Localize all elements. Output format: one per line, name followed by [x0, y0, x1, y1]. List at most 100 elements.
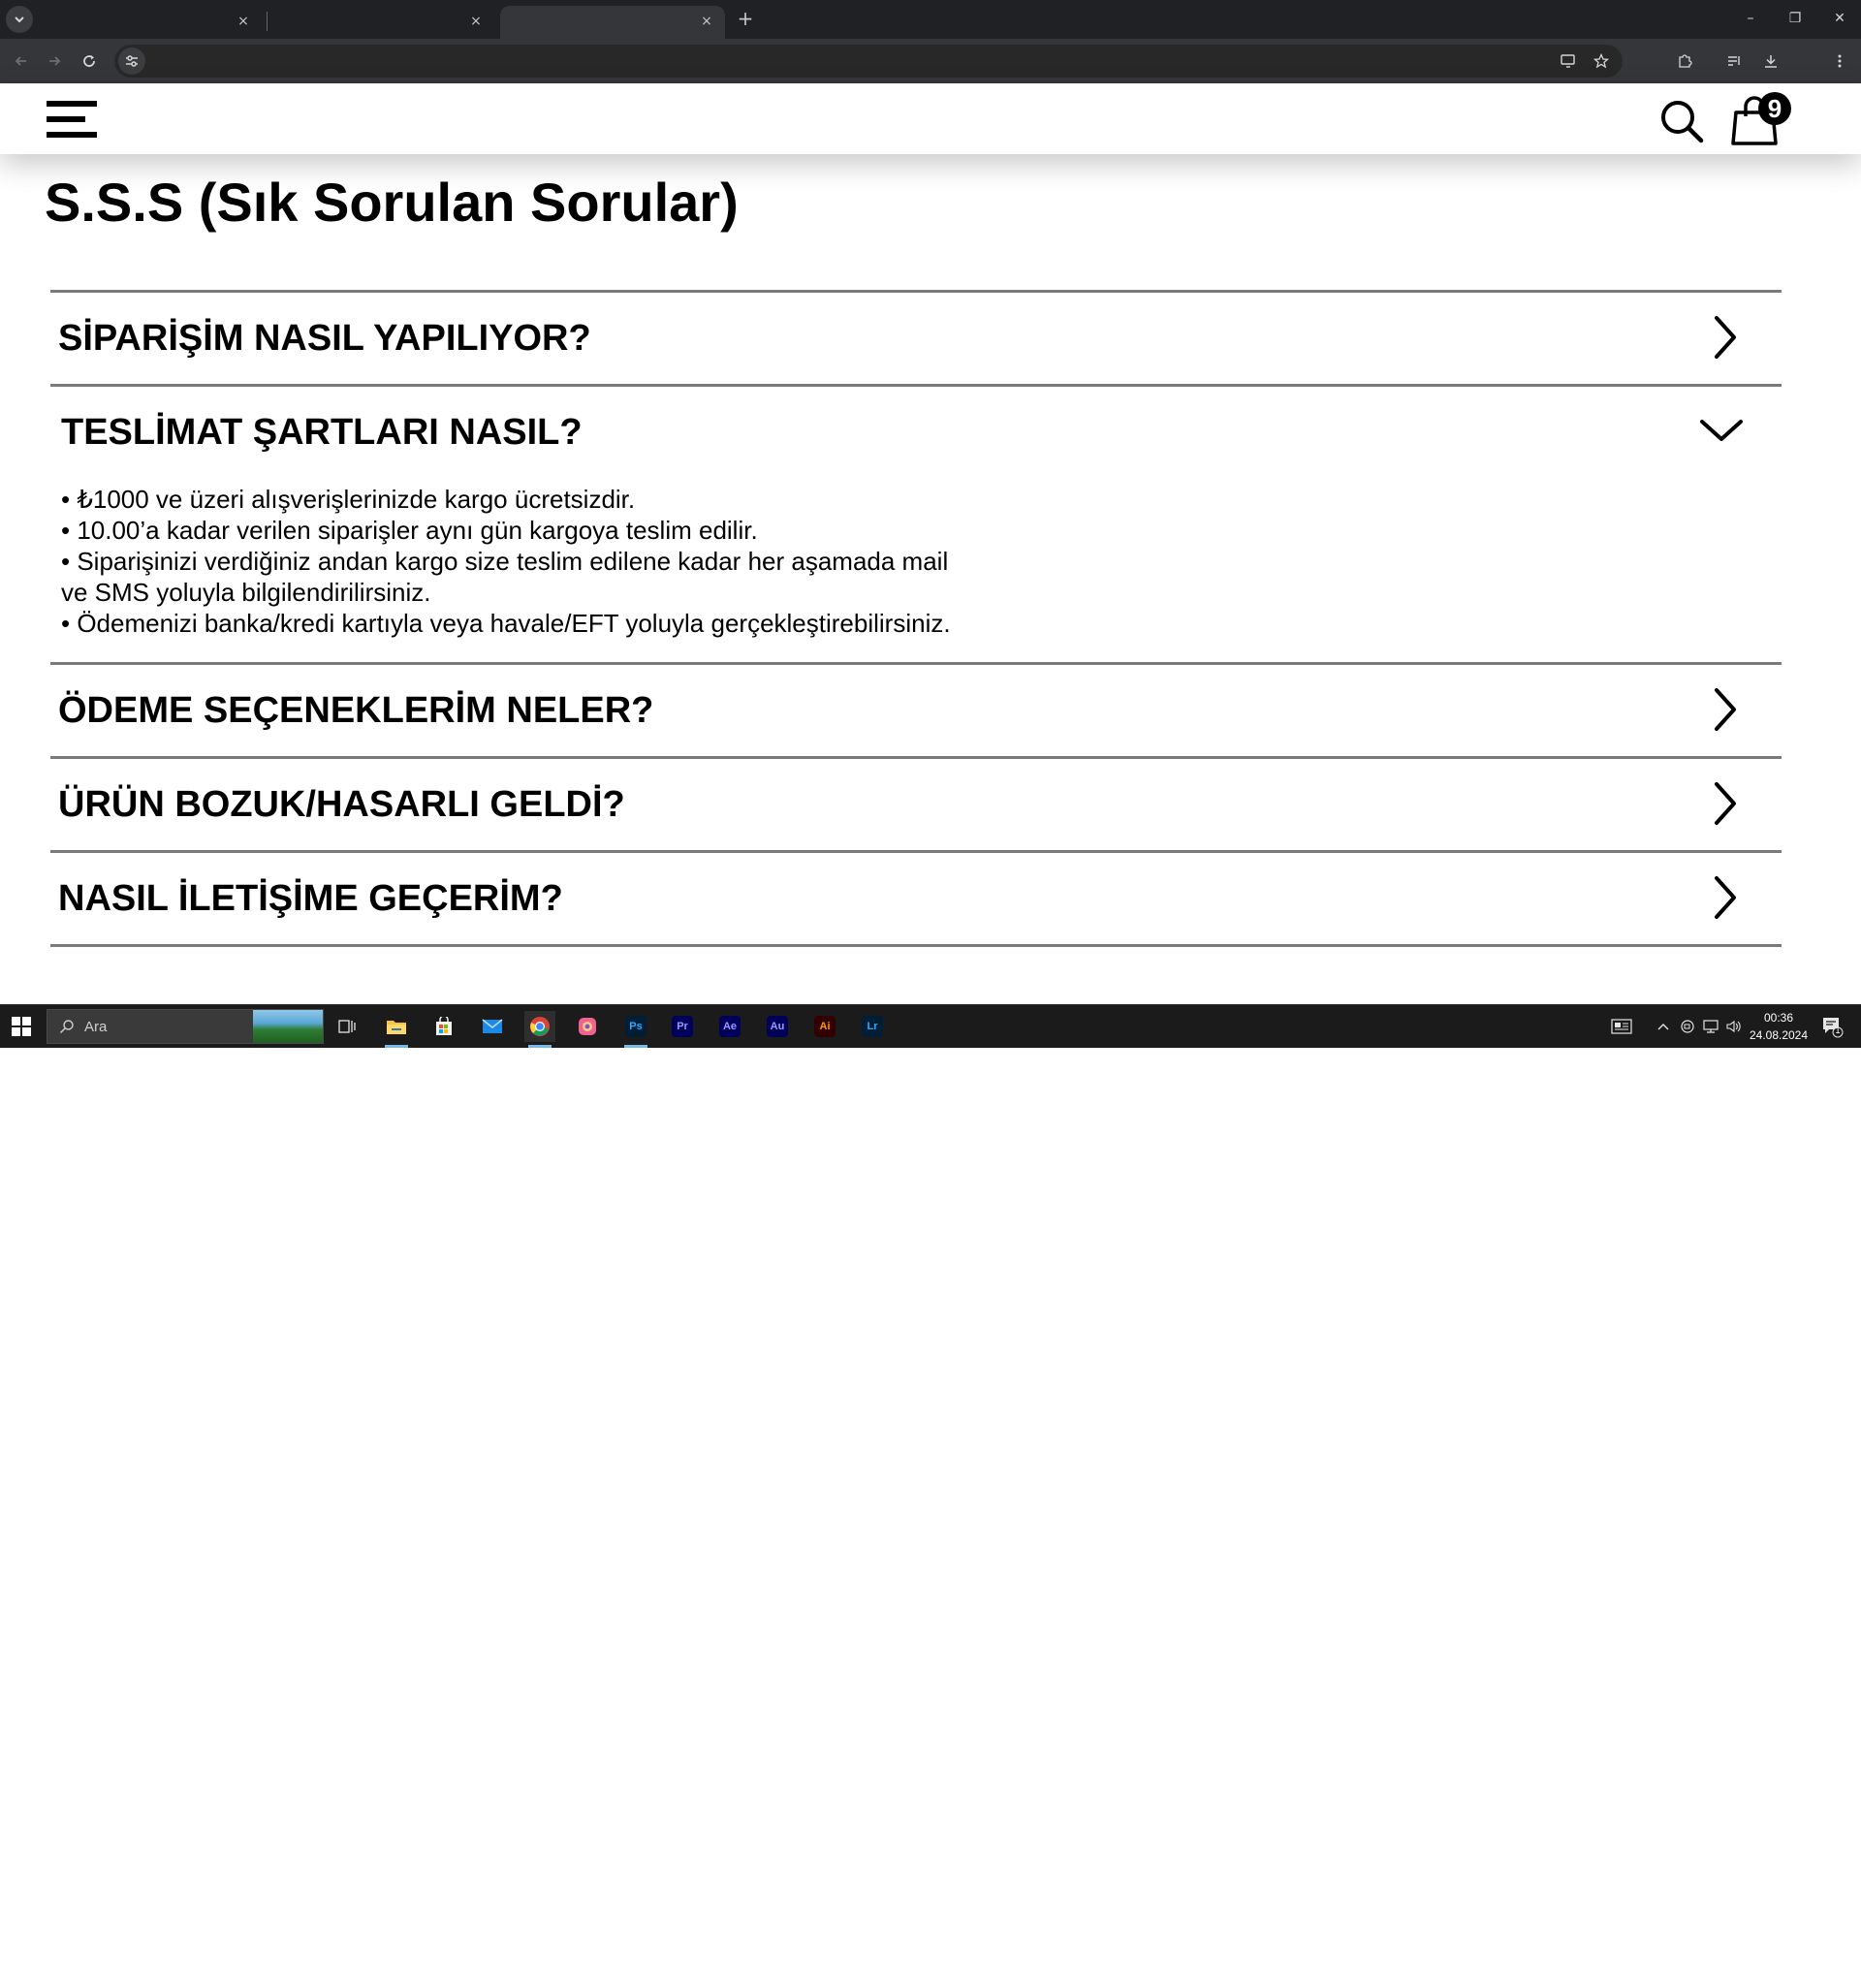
star-icon — [1593, 53, 1609, 69]
faq-question-text: NASIL İLETİŞİME GEÇERİM? — [58, 878, 563, 919]
tab-separator — [267, 12, 268, 31]
chrome-icon — [530, 1017, 550, 1036]
reload-icon — [83, 55, 95, 67]
minimize-button[interactable]: – — [1731, 6, 1770, 31]
downloads-button[interactable] — [1759, 49, 1782, 73]
search-icon[interactable] — [1659, 99, 1704, 143]
photos-icon — [579, 1018, 596, 1035]
faq-item: SİPARİŞİM NASIL YAPILIYOR? — [50, 290, 1782, 384]
menu-button[interactable] — [47, 101, 97, 140]
answer-bullet: • Siparişinizi verdiğiniz andan kargo si… — [61, 547, 949, 607]
site-header — [0, 83, 1861, 154]
extensions-button[interactable] — [1673, 49, 1696, 73]
forward-button[interactable] — [43, 49, 66, 73]
menu-icon-line — [47, 116, 85, 122]
menu-icon — [47, 101, 97, 107]
volume-icon — [1726, 1020, 1741, 1033]
lightroom-button[interactable]: Lr — [857, 1011, 888, 1042]
faq-accordion: SİPARİŞİM NASIL YAPILIYOR? TESLİMAT ŞART… — [50, 290, 1782, 947]
address-bar[interactable] — [114, 45, 1623, 78]
search-icon — [59, 1020, 74, 1034]
network-icon — [1703, 1020, 1719, 1033]
faq-question-button[interactable]: ÜRÜN BOZUK/HASARLI GELDİ? — [50, 759, 1782, 850]
store-icon — [436, 1017, 452, 1035]
arrow-right-icon — [49, 56, 61, 66]
browser-tab-2[interactable]: × — [271, 6, 494, 39]
chevron-right-icon — [1715, 316, 1736, 359]
browser-toolbar — [0, 39, 1861, 83]
after-effects-button[interactable]: Ae — [714, 1011, 745, 1042]
chevron-down-icon — [15, 16, 24, 23]
news-widget-button[interactable] — [1609, 1017, 1634, 1036]
close-tab-icon[interactable]: × — [698, 13, 715, 30]
faq-question-text: ÖDEME SEÇENEKLERİM NELER? — [58, 690, 654, 731]
audition-icon: Au — [767, 1016, 788, 1037]
chrome-button[interactable] — [524, 1011, 555, 1048]
volume-button[interactable] — [1723, 1017, 1745, 1036]
restore-button[interactable]: ❐ — [1776, 6, 1814, 31]
faq-item: NASIL İLETİŞİME GEÇERİM? — [50, 850, 1782, 947]
site-info-button[interactable] — [118, 47, 145, 75]
windows-logo-icon — [12, 1017, 20, 1026]
browser-tab-strip: × × × + – ❐ ✕ — [0, 0, 1861, 39]
windows-start-button[interactable] — [12, 1017, 31, 1036]
faq-question-text: SİPARİŞİM NASIL YAPILIYOR? — [58, 318, 591, 359]
screen: × × × + – ❐ ✕ 9 S.S.S (Sık Sorulan Sorul… — [0, 0, 1861, 1048]
news-icon — [1611, 1019, 1632, 1034]
puzzle-icon — [1679, 54, 1692, 68]
install-app-button[interactable] — [1557, 49, 1580, 73]
clock-date: 24.08.2024 — [1749, 1028, 1809, 1042]
close-tab-icon[interactable]: × — [467, 13, 485, 30]
faq-question-button[interactable]: NASIL İLETİŞİME GEÇERİM? — [50, 853, 1782, 944]
tab-search-button[interactable] — [6, 6, 33, 33]
faq-item: ÖDEME SEÇENEKLERİM NELER? — [50, 662, 1782, 756]
notification-count: 1 — [1835, 1026, 1841, 1035]
browser-menu-button[interactable] — [1828, 49, 1851, 73]
answer-bullet: • Ödemenizi banka/kredi kartıyla veya ha… — [61, 609, 951, 638]
browser-tab-3-active[interactable]: × — [500, 6, 725, 39]
camera-icon — [1681, 1020, 1694, 1033]
task-view-button[interactable] — [331, 1011, 363, 1042]
show-hidden-icons-button[interactable] — [1654, 1017, 1673, 1036]
faq-question-button[interactable]: TESLİMAT ŞARTLARI NASIL? — [50, 387, 1782, 478]
photos-button[interactable] — [572, 1011, 603, 1042]
page-title: S.S.S (Sık Sorulan Sorular) — [45, 172, 739, 233]
network-button[interactable] — [1700, 1017, 1721, 1036]
close-window-button[interactable]: ✕ — [1820, 6, 1859, 31]
menu-icon-line — [47, 132, 97, 138]
premiere-button[interactable]: Pr — [667, 1011, 698, 1042]
media-controls-button[interactable] — [1723, 49, 1747, 73]
faq-question-button[interactable]: SİPARİŞİM NASIL YAPILIYOR? — [50, 293, 1782, 384]
microsoft-store-button[interactable] — [428, 1011, 459, 1042]
chevron-up-icon — [1657, 1024, 1669, 1030]
faq-question-text: ÜRÜN BOZUK/HASARLI GELDİ? — [58, 784, 625, 825]
illustrator-button[interactable]: Ai — [809, 1011, 840, 1042]
premiere-icon: Pr — [672, 1016, 693, 1037]
browser-tab-1[interactable]: × — [39, 6, 262, 39]
photoshop-button[interactable]: Ps — [620, 1011, 651, 1048]
chevron-right-icon — [1715, 782, 1736, 825]
faq-item: ÜRÜN BOZUK/HASARLI GELDİ? — [50, 756, 1782, 850]
audition-button[interactable]: Au — [762, 1011, 793, 1042]
task-view-icon — [338, 1020, 356, 1033]
clock-time: 00:36 — [1763, 1011, 1794, 1025]
file-explorer-button[interactable] — [381, 1011, 412, 1048]
bookmark-button[interactable] — [1590, 49, 1613, 73]
tune-icon — [126, 55, 138, 67]
notification-center-button[interactable]: 1 — [1820, 1015, 1844, 1038]
arrow-left-icon — [15, 56, 26, 66]
mail-button[interactable] — [477, 1011, 508, 1042]
reload-button[interactable] — [78, 49, 101, 73]
taskbar-search-box[interactable]: Ara — [47, 1009, 324, 1044]
chevron-down-icon — [1700, 420, 1743, 441]
install-icon — [1561, 54, 1575, 68]
answer-bullet: • ₺1000 ve üzeri alışverişlerinizde karg… — [61, 485, 636, 514]
meet-now-button[interactable] — [1677, 1017, 1698, 1036]
close-tab-icon[interactable]: × — [235, 13, 252, 30]
faq-question-button[interactable]: ÖDEME SEÇENEKLERİM NELER? — [50, 665, 1782, 756]
windows-taskbar: Ara Ps Pr Ae Au Ai Lr 00:36 24.08.2024 1 — [0, 1004, 1861, 1048]
taskbar-clock[interactable]: 00:36 24.08.2024 — [1745, 1009, 1813, 1044]
back-button[interactable] — [10, 49, 33, 73]
illustrator-icon: Ai — [814, 1016, 836, 1037]
new-tab-button[interactable]: + — [735, 8, 756, 29]
